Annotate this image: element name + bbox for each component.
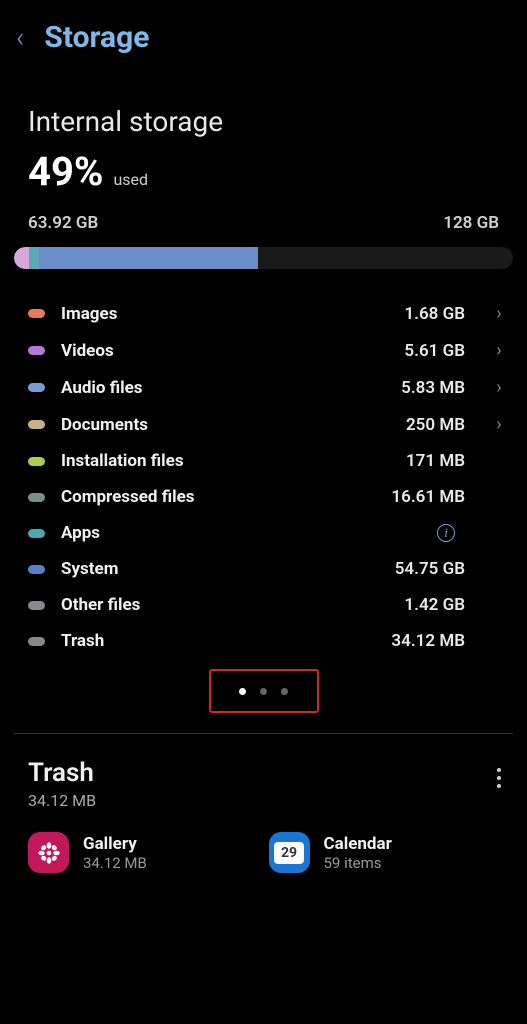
category-color-dot [28,457,45,466]
category-size: 1.68 GB [404,304,465,324]
percent-row: 49% used [0,138,527,195]
chevron-right-icon: › [481,377,517,398]
gallery-icon [28,832,69,873]
used-amount: 63.92 GB [28,213,98,233]
category-name: Videos [61,341,388,361]
category-row[interactable]: Appsi [28,515,517,551]
category-name: System [61,559,379,579]
percent-value: 49% [28,148,103,195]
category-row[interactable]: Audio files 5.83 MB › [28,369,517,406]
category-color-dot [28,383,45,392]
category-list: Images 1.68 GB › Videos 5.61 GB › Audio files 5… [0,269,527,659]
category-size: 5.83 MB [401,378,465,398]
capacity-row: 63.92 GB 128 GB [0,195,527,241]
category-color-dot [28,601,45,610]
category-size: 250 MB [406,415,465,435]
category-row: System 54.75 GB [28,551,517,587]
category-row: Compressed files 16.61 MB [28,479,517,515]
category-size: 1.42 GB [404,595,465,615]
info-icon[interactable]: i [437,524,455,542]
category-size: 34.12 MB [391,631,465,651]
back-icon[interactable]: ‹ [16,21,24,54]
category-row[interactable]: Videos 5.61 GB › [28,332,517,369]
page-dot [260,688,267,695]
trash-header: Trash 34.12 MB [0,734,527,810]
chevron-right-icon: › [481,303,517,324]
category-name: Audio files [61,378,385,398]
storage-bar [14,247,513,269]
bar-segment [39,247,259,269]
app-name: Calendar [324,834,392,854]
app-sub: 59 items [324,854,392,872]
category-color-dot [28,346,45,355]
chevron-right-icon: › [481,414,517,435]
page-title: Storage [44,20,149,55]
category-name: Images [61,304,388,324]
chevron-right-icon: › [481,340,517,361]
total-amount: 128 GB [443,213,499,233]
trash-size: 34.12 MB [28,791,96,810]
page-indicator[interactable] [209,669,319,713]
bar-segment [29,247,39,269]
category-color-dot [28,493,45,502]
category-color-dot [28,309,45,318]
category-name: Compressed files [61,487,375,507]
calendar-date: 29 [274,842,304,864]
used-label: used [113,170,148,189]
bar-segment [14,247,29,269]
category-row[interactable]: Images 1.68 GB › [28,295,517,332]
page-dot [281,688,288,695]
trash-app-calendar[interactable]: 29 Calendar 59 items [269,832,500,873]
category-size: 171 MB [406,451,465,471]
category-row: Other files 1.42 GB [28,587,517,623]
app-name: Gallery [83,834,147,854]
category-color-dot [28,420,45,429]
category-row[interactable]: Documents 250 MB › [28,406,517,443]
category-size: 16.61 MB [391,487,465,507]
category-row: Trash 34.12 MB [28,623,517,659]
category-size: 54.75 GB [395,559,465,579]
header: ‹ Storage [0,0,527,75]
section-internal-title: Internal storage [0,75,527,138]
category-color-dot [28,565,45,574]
trash-apps: Gallery 34.12 MB 29 Calendar 59 items [0,810,527,873]
category-name: Installation files [61,451,390,471]
app-sub: 34.12 MB [83,854,147,872]
category-color-dot [28,529,45,538]
page-dot [239,688,246,695]
more-icon[interactable] [491,758,507,798]
category-name: Documents [61,415,390,435]
trash-title: Trash [28,758,96,788]
category-name: Other files [61,595,388,615]
category-color-dot [28,637,45,646]
category-size: 5.61 GB [404,341,465,361]
category-row: Installation files 171 MB [28,443,517,479]
category-name: Trash [61,631,375,651]
category-name: Apps [61,523,421,543]
trash-app-gallery[interactable]: Gallery 34.12 MB [28,832,259,873]
calendar-icon: 29 [269,832,310,873]
